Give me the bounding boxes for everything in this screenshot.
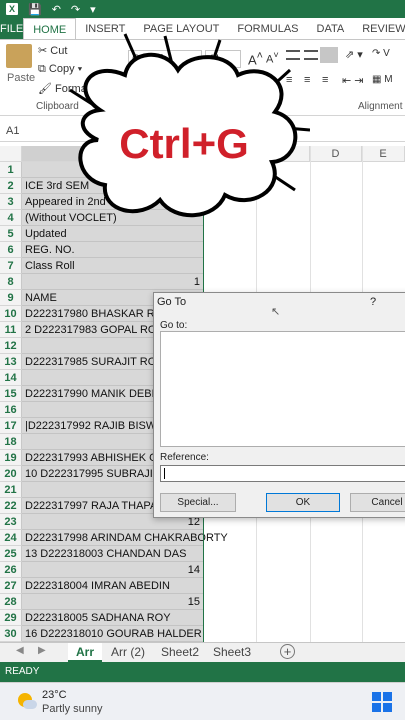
cell-a[interactable]: D222318004 IMRAN ABEDIN [22,578,203,594]
prev-sheet-icon[interactable]: ◀ [16,645,24,656]
name-box[interactable]: A1 [4,123,64,139]
goto-dialog: Go To ? ↖ Go to: Reference: Special... O… [153,292,405,518]
tab-review[interactable]: REVIEW [353,18,405,39]
status-bar: READY [0,662,405,682]
row-header[interactable]: 3 [0,194,22,210]
row-header[interactable]: 19 [0,450,22,466]
cell-a[interactable]: 1 [22,274,203,290]
cancel-button[interactable]: Cancel [350,493,405,512]
row-header[interactable]: 21 [0,482,22,498]
scissors-icon: ✂ [38,45,48,57]
save-icon[interactable]: 💾 [28,3,42,16]
excel-app-icon: X [6,3,18,15]
row-header[interactable]: 6 [0,242,22,258]
group-label-alignment: Alignment [358,101,403,112]
row-header[interactable]: 4 [0,210,22,226]
reference-label: Reference: [160,452,209,463]
indent-icon[interactable]: ⇤ ⇥ [342,74,364,87]
row-header[interactable]: 22 [0,498,22,514]
wrap-text-icon[interactable]: ↷ V [372,48,390,59]
row-header[interactable]: 12 [0,338,22,354]
row-header[interactable]: 13 [0,354,22,370]
sheet-tab-sheet3[interactable]: Sheet3 [210,643,254,662]
row-header[interactable]: 25 [0,546,22,562]
next-sheet-icon[interactable]: ▶ [38,645,46,656]
row-header[interactable]: 20 [0,466,22,482]
row-header[interactable]: 26 [0,562,22,578]
row-header[interactable]: 14 [0,370,22,386]
row-header[interactable]: 30 [0,626,22,642]
sheet-tab-bar: ◀ ▶ Arr Arr (2) Sheet2 Sheet3 + [0,642,405,662]
burst-line [273,174,296,192]
tab-file[interactable]: FILE [0,18,24,39]
cell-a[interactable]: 15 [22,594,203,610]
row-header[interactable]: 10 [0,306,22,322]
cell-a[interactable]: D222318005 SADHANA ROY [22,610,203,626]
row-header[interactable]: 9 [0,290,22,306]
new-sheet-button[interactable]: + [280,644,295,659]
redo-icon[interactable]: ↷ [71,3,80,16]
orientation-icon[interactable]: ⇗ ▾ [345,48,363,61]
row-header[interactable]: 1 [0,162,22,178]
paste-icon[interactable] [6,44,32,68]
weather-description: Partly sunny [42,703,103,715]
windows-start-icon[interactable] [372,692,392,712]
column-header-e[interactable]: E [362,146,405,162]
excel-window: X 💾 ↶ ↷ ▾ FILE HOME INSERT PAGE LAYOUT F… [0,0,405,720]
text-cursor [164,468,165,479]
row-header[interactable]: 11 [0,322,22,338]
tab-data[interactable]: DATA [308,18,354,39]
quick-access-toolbar: X 💾 ↶ ↷ ▾ [0,0,405,18]
select-all-corner[interactable] [0,146,22,162]
cell-a[interactable]: Class Roll [22,258,203,274]
row-header[interactable]: 16 [0,402,22,418]
goto-listbox[interactable] [160,331,405,447]
cell-a[interactable]: 14 [22,562,203,578]
weather-temp: 23°C [42,689,67,701]
align-bottom-icon[interactable] [320,47,338,63]
brush-icon: 🖌 [38,83,52,95]
ctrl-g-callout: Ctrl+G [69,33,310,218]
row-header[interactable]: 5 [0,226,22,242]
row-header[interactable]: 2 [0,178,22,194]
row-header[interactable]: 24 [0,530,22,546]
sheet-tab-arr-2[interactable]: Arr (2) [108,643,148,662]
row-header[interactable]: 28 [0,594,22,610]
special-button[interactable]: Special... [160,493,236,512]
cell-a[interactable]: D222317998 ARINDAM CHAKRABORTY [22,530,228,546]
sheet-tab-arr[interactable]: Arr [68,643,102,662]
mouse-cursor-icon: ↖ [271,306,281,318]
dialog-title: Go To [157,296,187,308]
copy-icon: ⧉ [38,63,46,75]
windows-taskbar: 23°C Partly sunny [0,682,405,720]
row-header[interactable]: 8 [0,274,22,290]
paste-button[interactable]: Paste [7,72,35,84]
help-button[interactable]: ? [370,296,376,308]
cell-a[interactable]: 16 D222318010 GOURAB HALDER [22,626,203,642]
goto-label: Go to: [160,320,188,331]
row-header[interactable]: 18 [0,434,22,450]
align-right-icon[interactable]: ≡ [322,74,328,86]
merge-center-icon[interactable]: ▦ M [372,74,393,85]
callout-text: Ctrl+G [119,120,249,167]
cell-a[interactable]: REG. NO. [22,242,203,258]
row-header[interactable]: 15 [0,386,22,402]
row-header[interactable]: 17 [0,418,22,434]
row-header[interactable]: 29 [0,610,22,626]
customize-qat-icon[interactable]: ▾ [90,3,96,16]
row-header[interactable]: 7 [0,258,22,274]
row-header[interactable]: 27 [0,578,22,594]
partly-sunny-icon[interactable] [18,693,37,711]
cell-a[interactable]: 13 D222318003 CHANDAN DAS [22,546,203,562]
sheet-tab-sheet2[interactable]: Sheet2 [158,643,202,662]
reference-input[interactable] [160,465,405,482]
ok-button[interactable]: OK [266,493,340,512]
undo-icon[interactable]: ↶ [52,3,61,16]
column-header-d[interactable]: D [310,146,362,162]
row-header[interactable]: 23 [0,514,22,530]
